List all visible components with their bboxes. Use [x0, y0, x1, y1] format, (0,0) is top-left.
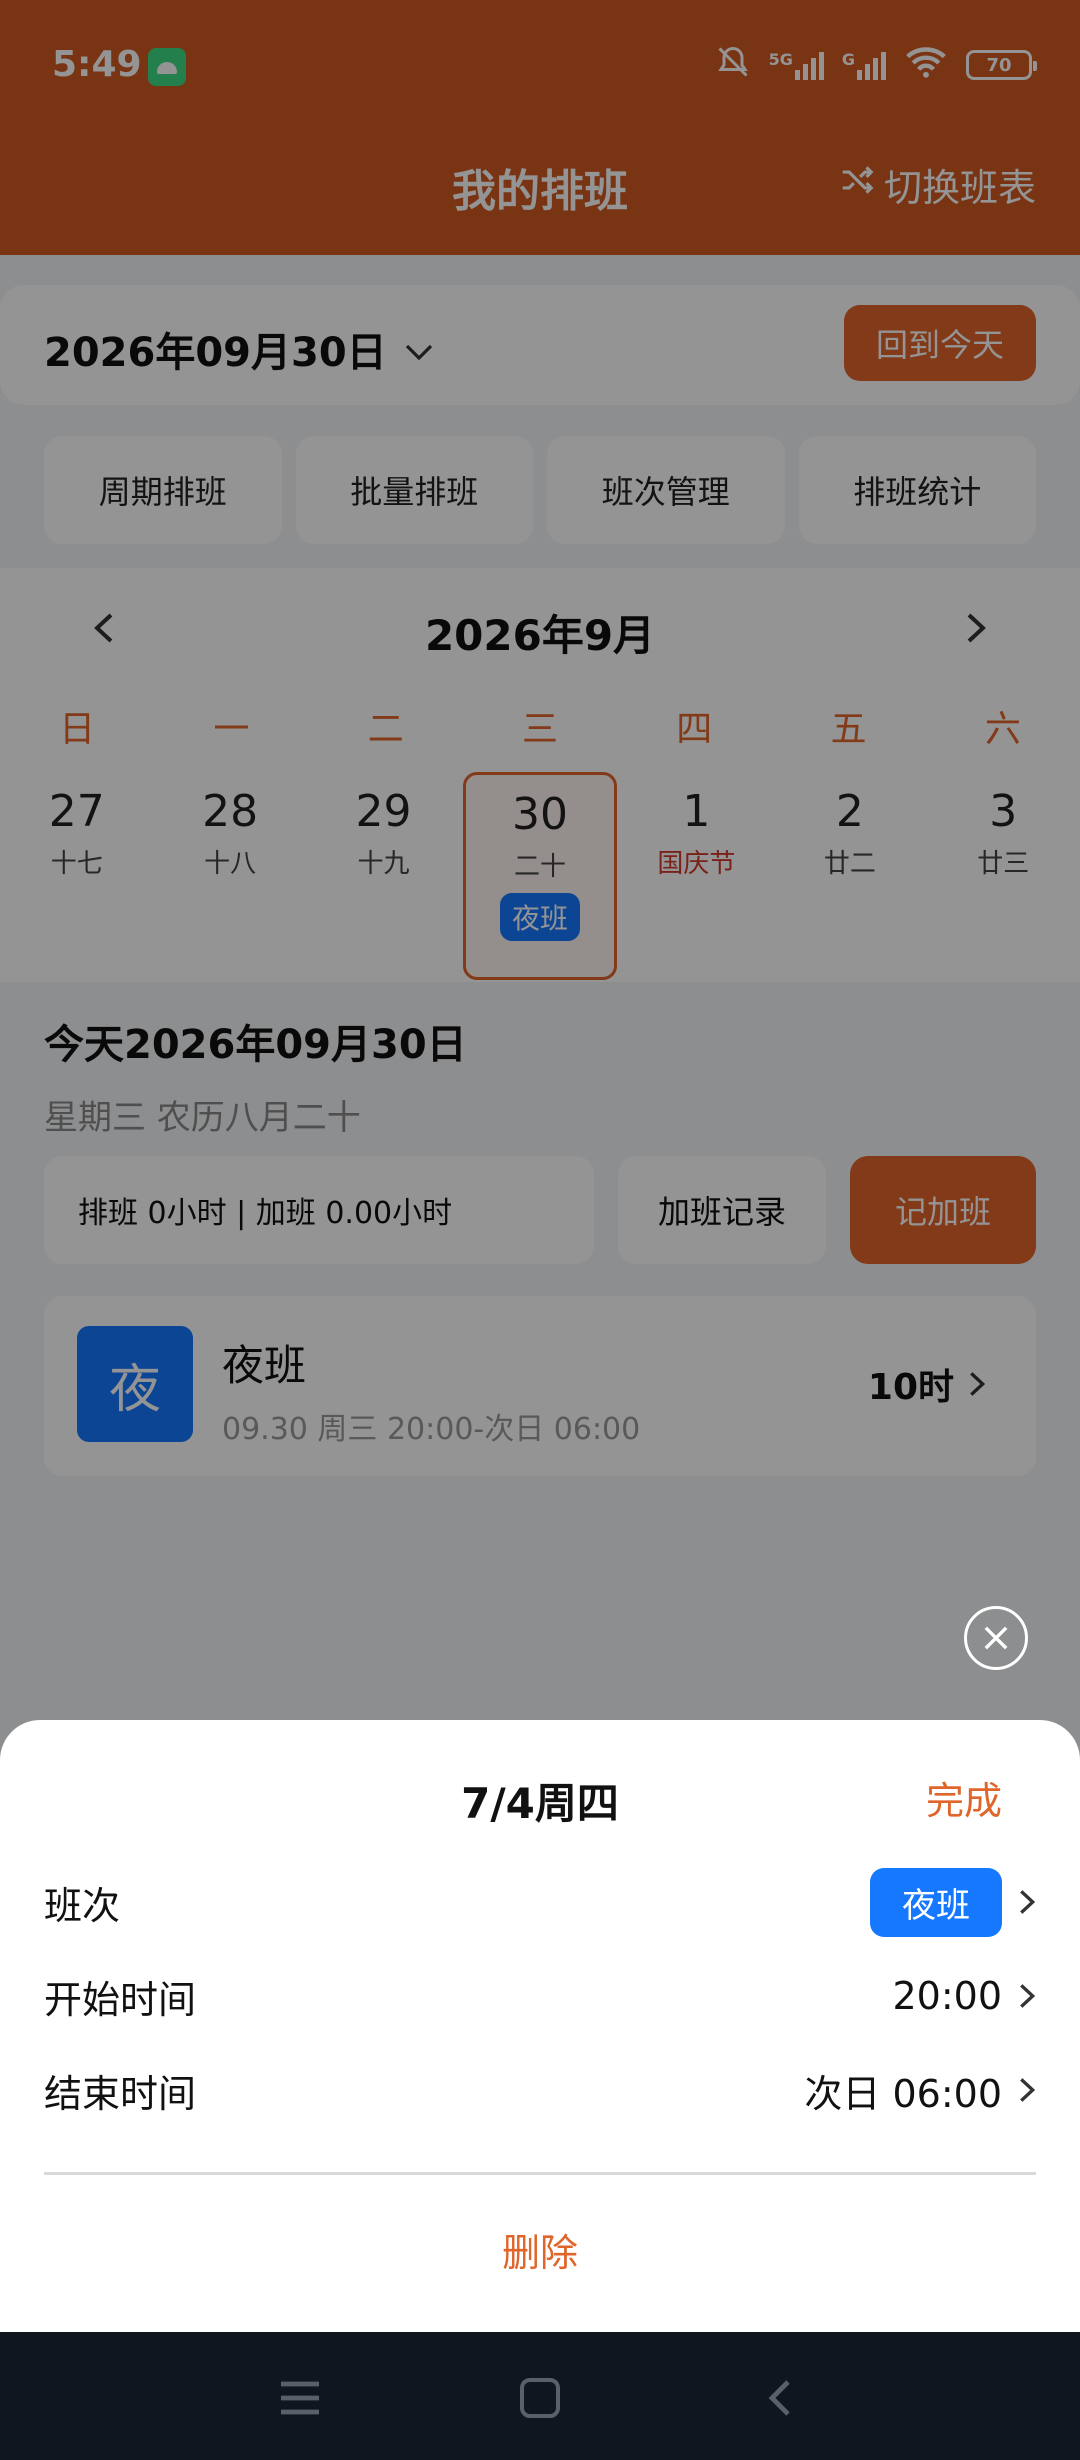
system-nav-bar — [0, 2332, 1080, 2460]
done-button[interactable]: 完成 — [926, 1770, 1002, 1825]
start-time-label: 开始时间 — [44, 1977, 197, 2022]
chevron-right-icon — [1018, 2065, 1036, 2116]
chevron-right-icon — [1018, 1877, 1036, 1928]
divider — [44, 2172, 1036, 2175]
start-time-value: 20:00 — [892, 1974, 1002, 2018]
home-icon[interactable] — [514, 2372, 566, 2424]
menu-icon[interactable] — [274, 2372, 326, 2424]
end-time-row[interactable]: 结束时间 次日 06:00 — [44, 2050, 1036, 2130]
shift-type-row[interactable]: 班次 夜班 — [44, 1862, 1036, 1942]
sheet-title: 7/4周四 — [461, 1779, 619, 1828]
end-time-label: 结束时间 — [44, 2071, 197, 2116]
shift-type-value: 夜班 — [870, 1867, 1002, 1937]
delete-button[interactable]: 删除 — [0, 2222, 1080, 2277]
end-time-value: 次日 06:00 — [804, 2071, 1002, 2116]
back-icon[interactable] — [754, 2372, 806, 2424]
start-time-row[interactable]: 开始时间 20:00 — [44, 1956, 1036, 2036]
shift-type-label: 班次 — [44, 1883, 121, 1928]
close-icon[interactable] — [964, 1606, 1028, 1670]
edit-shift-sheet: 7/4周四 完成 班次 夜班 开始时间 20:00 结束时间 次日 06:00 … — [0, 1720, 1080, 2332]
chevron-right-icon — [1018, 1971, 1036, 2022]
